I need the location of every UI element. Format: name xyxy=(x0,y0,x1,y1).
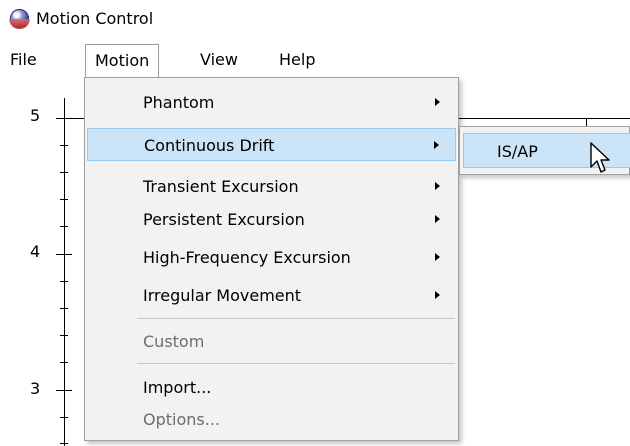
y-tick-major xyxy=(56,254,72,255)
y-axis xyxy=(64,98,65,446)
menu-motion[interactable]: Motion xyxy=(85,44,160,77)
menu-separator xyxy=(137,318,455,319)
menu-bar: File Motion View Help xyxy=(0,40,630,78)
y-tick-minor xyxy=(60,362,68,363)
submenu-arrow-icon xyxy=(435,253,440,261)
menu-item-label: Import... xyxy=(143,378,212,397)
menu-item-label: High-Frequency Excursion xyxy=(143,248,351,267)
y-tick-minor xyxy=(60,226,68,227)
menu-file[interactable]: File xyxy=(1,44,46,76)
mouse-pointer-icon xyxy=(590,142,610,173)
app-orb-icon xyxy=(10,9,29,28)
menu-item-label: Irregular Movement xyxy=(143,286,302,305)
menu-item-high-frequency-excursion[interactable]: High-Frequency Excursion xyxy=(87,241,456,274)
menu-view[interactable]: View xyxy=(191,44,247,76)
y-tick-minor xyxy=(60,443,68,444)
window-title: Motion Control xyxy=(36,9,154,28)
menu-item-irregular-movement[interactable]: Irregular Movement xyxy=(87,279,456,312)
menu-item-continuous-drift[interactable]: Continuous Drift xyxy=(87,128,456,161)
menu-item-custom: Custom xyxy=(87,325,456,358)
menu-item-label: Continuous Drift xyxy=(144,136,275,155)
menu-item-label: Persistent Excursion xyxy=(143,210,305,229)
submenu-arrow-icon xyxy=(435,215,440,223)
y-tick-minor xyxy=(60,172,68,173)
title-bar: Motion Control xyxy=(0,0,630,40)
menu-item-transient-excursion[interactable]: Transient Excursion xyxy=(87,170,456,203)
y-tick-major xyxy=(56,118,72,119)
menu-item-label: Options... xyxy=(143,410,220,429)
y-tick-minor xyxy=(60,145,68,146)
y-tick-minor xyxy=(60,417,68,418)
menu-item-label: Transient Excursion xyxy=(143,177,299,196)
y-tick-major xyxy=(56,390,72,391)
y-tick-label-5: 5 xyxy=(30,106,41,125)
x-axis-tick xyxy=(586,118,587,126)
menu-item-label: Phantom xyxy=(143,93,215,112)
submenu-arrow-icon xyxy=(435,291,440,299)
y-tick-minor xyxy=(60,335,68,336)
menu-item-label: Custom xyxy=(143,332,205,351)
y-tick-minor xyxy=(60,308,68,309)
y-tick-minor xyxy=(60,199,68,200)
menu-item-import[interactable]: Import... xyxy=(87,371,456,404)
submenu-arrow-icon xyxy=(435,182,440,190)
menu-separator xyxy=(137,363,455,364)
submenu-arrow-icon xyxy=(435,98,440,106)
menu-item-persistent-excursion[interactable]: Persistent Excursion xyxy=(87,203,456,236)
menu-item-options: Options... xyxy=(87,403,456,436)
menu-help[interactable]: Help xyxy=(270,44,324,76)
y-tick-label-3: 3 xyxy=(30,379,41,398)
submenu-arrow-icon xyxy=(434,141,439,149)
menu-item-phantom[interactable]: Phantom xyxy=(87,86,456,119)
y-tick-label-4: 4 xyxy=(30,242,41,261)
motion-dropdown-menu: Phantom Continuous Drift Transient Excur… xyxy=(84,77,459,441)
submenu-item-label: IS/AP xyxy=(497,142,538,161)
y-tick-minor xyxy=(60,281,68,282)
